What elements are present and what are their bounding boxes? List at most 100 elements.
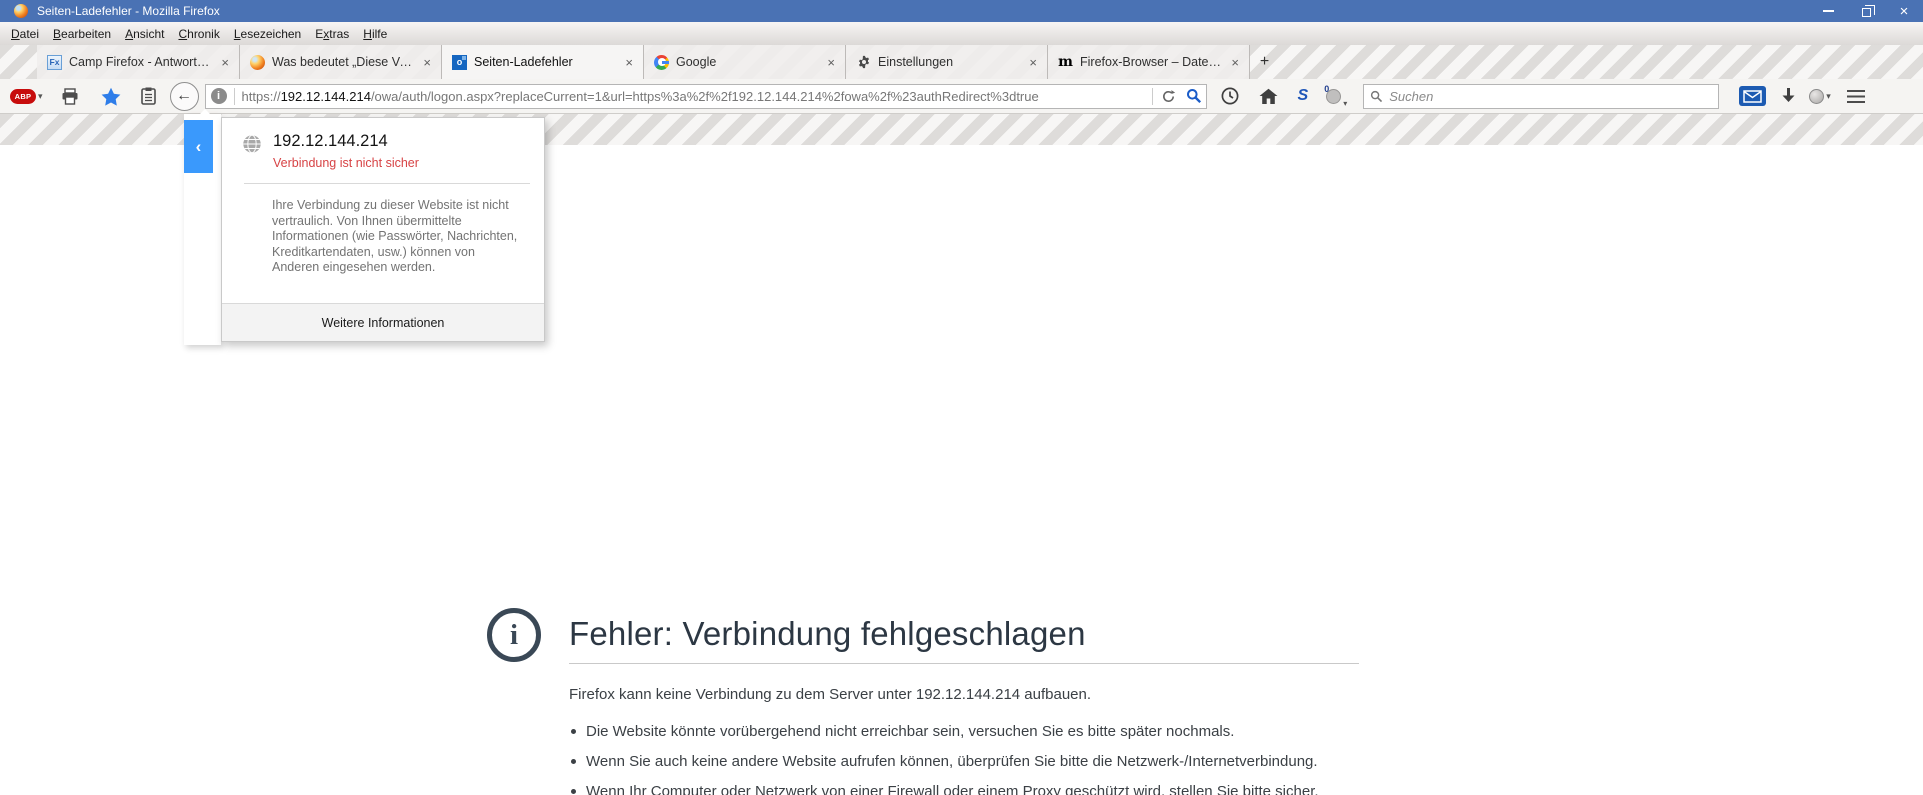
error-bullet: Die Website könnte vorübergehend nicht e… [569, 721, 1345, 742]
star-icon [101, 87, 120, 106]
tab-close-button[interactable]: × [219, 55, 231, 70]
urlbar-search-icon[interactable] [1186, 88, 1202, 104]
home-icon [1259, 88, 1278, 104]
tab-was-bedeutet-diese-verbi[interactable]: Was bedeutet „Diese Verbi… × [239, 45, 441, 79]
nav-toolbar: ABP ▾ ← i https://192.12.144.214/owa/aut… [0, 79, 1923, 114]
menu-item-extras[interactable]: Extras [308, 24, 356, 44]
adblock-icon: ABP [10, 88, 36, 104]
menu-item-lesezeichen[interactable]: Lesezeichen [227, 24, 308, 44]
tab-close-button[interactable]: × [1229, 55, 1241, 70]
tab-seiten-ladefehler[interactable]: o Seiten-Ladefehler × [441, 45, 643, 79]
popup-more-info-link[interactable]: Weitere Informationen [222, 303, 544, 341]
extension-button[interactable]: 0 ▾ [1324, 84, 1347, 108]
download-button[interactable] [1780, 87, 1797, 105]
back-button[interactable]: ← [169, 81, 199, 111]
menu-item-bearbeiten[interactable]: Bearbeiten [46, 24, 118, 44]
tab-title: Google [676, 55, 717, 69]
globe-icon [1809, 88, 1825, 104]
history-clock-button[interactable] [1221, 87, 1239, 105]
maximize-button[interactable] [1847, 0, 1885, 22]
url-text[interactable]: https://192.12.144.214/owa/auth/logon.as… [242, 89, 1152, 104]
home-button[interactable] [1259, 88, 1278, 105]
popup-host: 192.12.144.214 [273, 132, 388, 150]
extension-badge: 0 [1324, 83, 1330, 94]
window-titlebar: Seiten-Ladefehler - Mozilla Firefox × [0, 0, 1923, 22]
popup-side-strip: ‹ [184, 114, 221, 345]
fx-forum-favicon-icon: Fx [47, 54, 62, 70]
tab-bar: Fx Camp Firefox - Antwort er… × Was bedeute… [0, 45, 1923, 79]
clipboard-icon [140, 87, 156, 105]
menu-button[interactable] [1846, 89, 1865, 103]
menu-item-ansicht[interactable]: Ansicht [118, 24, 171, 44]
tab-title: Was bedeutet „Diese Verbi… [272, 55, 414, 69]
restore-icon [1861, 4, 1875, 17]
popup-back-button[interactable]: ‹ [184, 120, 213, 173]
tab-google[interactable]: Google × [643, 45, 845, 79]
minimize-button[interactable] [1809, 0, 1847, 22]
new-tab-button[interactable]: + [1249, 45, 1279, 79]
identity-popup: 192.12.144.214 Verbindung ist nicht sich… [221, 117, 545, 342]
download-icon [1782, 88, 1795, 102]
adblock-button[interactable]: ABP ▾ [10, 88, 43, 104]
browser-window: Seiten-Ladefehler - Mozilla Firefox × Da… [0, 0, 1923, 795]
popup-description: Ihre Verbindung zu dieser Website ist ni… [272, 198, 518, 274]
url-bar[interactable]: i https://192.12.144.214/owa/auth/logon.… [204, 83, 1207, 109]
search-input[interactable] [1389, 88, 1713, 104]
info-circle-icon: i [487, 608, 541, 662]
chevron-down-icon: ▾ [1343, 98, 1348, 108]
error-description: Firefox kann keine Verbindung zu dem Ser… [569, 686, 1092, 703]
error-title: Fehler: Verbindung fehlgeschlagen [569, 615, 1086, 652]
globe-extension-button[interactable] [1809, 88, 1825, 104]
tab-title: Seiten-Ladefehler [474, 55, 573, 69]
gear-favicon-icon [856, 55, 871, 70]
error-bullet: Wenn Sie auch keine andere Website aufru… [569, 751, 1345, 772]
bullet-dot-icon [571, 789, 576, 794]
url-host: 192.12.144.214 [280, 88, 371, 104]
chevron-down-icon: ▾ [38, 90, 43, 101]
bookmark-star-button[interactable] [101, 87, 121, 106]
print-button[interactable] [61, 87, 79, 105]
tab-firefox-browser-datensc[interactable]: m Firefox-Browser – Datensc… × [1047, 45, 1249, 79]
mail-button[interactable] [1739, 86, 1767, 106]
globe-icon [243, 134, 261, 154]
minimize-icon [1822, 10, 1834, 12]
firefox-favicon-icon [250, 54, 265, 70]
window-title: Seiten-Ladefehler - Mozilla Firefox [37, 4, 220, 18]
identity-info-icon[interactable]: i [210, 88, 227, 104]
clipboard-button[interactable] [140, 87, 156, 105]
google-favicon-icon [654, 54, 669, 70]
overflow-caret-icon[interactable]: ▾ [1826, 91, 1831, 102]
clock-icon [1221, 87, 1238, 105]
search-bar[interactable] [1363, 83, 1720, 109]
tab-camp-firefox-antwort-er[interactable]: Fx Camp Firefox - Antwort er… × [37, 45, 239, 79]
popup-warning: Verbindung ist nicht sicher [273, 156, 419, 170]
bullet-dot-icon [571, 729, 576, 734]
menu-item-hilfe[interactable]: Hilfe [356, 24, 394, 44]
tab-close-button[interactable]: × [825, 55, 837, 70]
firefox-logo-icon [14, 4, 28, 18]
bullet-dot-icon [571, 759, 576, 764]
owa-favicon-icon: o [452, 54, 467, 70]
skype-extension-button[interactable]: S [1298, 87, 1309, 105]
tab-title: Firefox-Browser – Datensc… [1080, 55, 1222, 69]
error-page: i Fehler: Verbindung fehlgeschlagen Fire… [487, 608, 1359, 795]
url-path: /owa/auth/logon.aspx?replaceCurrent=1&ur… [370, 88, 1039, 104]
search-icon [1371, 90, 1383, 102]
popup-divider [244, 183, 530, 184]
printer-icon [62, 87, 78, 105]
error-divider [569, 663, 1359, 664]
menu-bar: Datei Bearbeiten Ansicht Chronik Lesezeichen… [0, 22, 1923, 45]
menu-item-datei[interactable]: Datei [4, 24, 46, 44]
url-scheme: https:// [241, 88, 281, 104]
tab-close-button[interactable]: × [623, 55, 635, 70]
tab-close-button[interactable]: × [1027, 55, 1039, 70]
menu-item-chronik[interactable]: Chronik [171, 24, 226, 44]
error-bullets: Die Website könnte vorübergehend nicht e… [569, 721, 1359, 795]
error-bullet: Wenn Ihr Computer oder Netzwerk von eine… [569, 781, 1345, 795]
popup-pointer [194, 109, 216, 120]
reload-icon[interactable] [1161, 89, 1176, 104]
tab-einstellungen[interactable]: Einstellungen × [845, 45, 1047, 79]
tab-close-button[interactable]: × [421, 55, 433, 70]
mozilla-favicon-icon: m [1058, 54, 1073, 70]
close-button[interactable]: × [1885, 0, 1923, 22]
